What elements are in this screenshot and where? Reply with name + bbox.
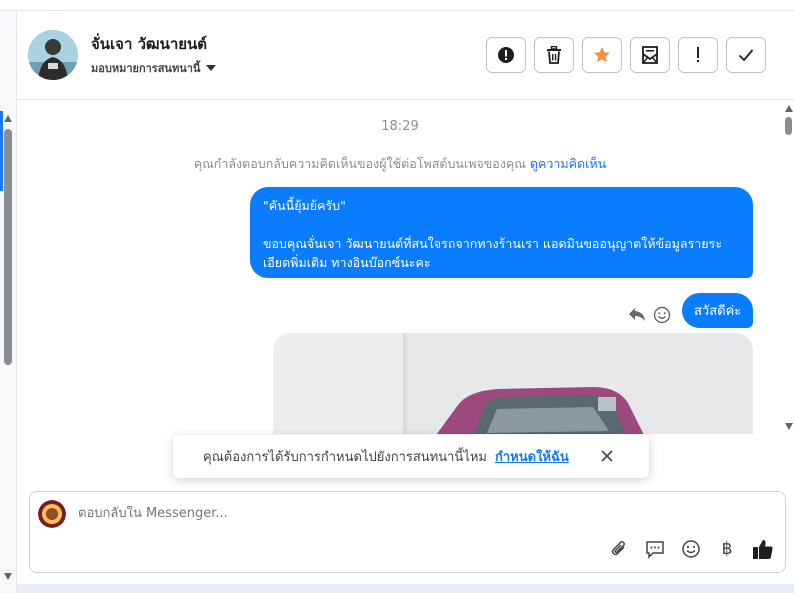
bottom-bar [17, 584, 794, 593]
saved-replies-icon[interactable] [644, 538, 666, 560]
react-smile-icon[interactable] [653, 306, 671, 328]
thumbs-up-icon[interactable] [752, 538, 774, 560]
assign-prompt-toast: คุณต้องการได้รับการกำหนดไปยังการสนทนานี้… [173, 435, 649, 478]
star-icon [594, 47, 610, 63]
message-bubble[interactable]: "คันนี้ยุ้มย้ครับ" ขอบคุณจั่นเจา วัฒนายน… [250, 187, 753, 278]
mark-spam-button[interactable] [486, 37, 526, 73]
message-quote: "คันนี้ยุ้มย้ครับ" [263, 198, 346, 213]
reply-notice-text: คุณกำลังตอบกลับความคิดเห็นของผู้ใช้ต่อโพ… [193, 156, 526, 171]
scrollbar-thumb[interactable] [4, 129, 12, 365]
scroll-up-arrow-icon[interactable] [785, 105, 793, 112]
exclamation-icon [697, 47, 699, 63]
contact-name[interactable]: จั่นเจา วัฒนายนต์ [91, 32, 207, 56]
scroll-up-arrow-icon[interactable] [4, 115, 12, 122]
mark-unread-button[interactable] [630, 37, 670, 73]
emoji-icon[interactable] [680, 538, 702, 560]
star-button[interactable] [582, 37, 622, 73]
header-actions [486, 37, 766, 73]
composer-tools: ฿ [608, 538, 774, 560]
mark-done-button[interactable] [726, 37, 766, 73]
page-avatar [38, 500, 66, 528]
reply-notice: คุณกำลังตอบกลับความคิดเห็นของผู้ใช้ต่อโพ… [17, 154, 783, 174]
assign-to-me-link[interactable]: กำหนดให้ฉัน [495, 446, 569, 467]
message-bubble-greeting[interactable]: สวัสดีค่ะ [682, 293, 754, 328]
mark-unread-icon [642, 46, 658, 64]
window-top-border [0, 0, 794, 11]
thread-scrollbar[interactable] [783, 101, 794, 434]
caret-down-icon [206, 65, 217, 71]
selected-indicator [0, 111, 3, 191]
scrollbar-thumb[interactable] [785, 117, 792, 135]
avatar-photo [28, 30, 78, 80]
message-thread[interactable]: 18:29 คุณกำลังตอบกลับความคิดเห็นของผู้ใช… [17, 101, 783, 434]
message-timestamp: 18:29 [381, 119, 419, 134]
contact-avatar[interactable] [28, 30, 78, 80]
car-photo [273, 333, 753, 434]
assign-label: มอบหมายการสนทนานี้ [91, 62, 201, 75]
conversation-list-scrollbar[interactable] [0, 11, 17, 593]
alert-circle-icon [498, 47, 514, 63]
follow-up-button[interactable] [678, 37, 718, 73]
message-text: ขอบคุณจั่นเจา วัฒนายนต์ที่สนใจรถจากทางร้… [263, 236, 723, 270]
reply-input[interactable] [78, 506, 578, 521]
delete-button[interactable] [534, 37, 574, 73]
conversation-header: จั่นเจา วัฒนายนต์ มอบหมายการสนทนานี้ [17, 12, 794, 100]
message-text: สวัสดีค่ะ [694, 304, 742, 319]
attach-icon[interactable] [608, 538, 630, 560]
close-icon[interactable] [601, 450, 613, 466]
trash-icon [547, 46, 561, 64]
reply-arrow-icon[interactable] [628, 306, 646, 326]
assign-dropdown[interactable]: มอบหมายการสนทนานี้ [91, 59, 217, 77]
assign-prompt-text: คุณต้องการได้รับการกำหนดไปยังการสนทนานี้… [203, 450, 487, 465]
check-icon [738, 49, 754, 62]
scroll-down-arrow-icon[interactable] [4, 573, 12, 580]
car-photo-attachment[interactable] [273, 333, 753, 434]
reply-composer: ฿ [29, 491, 786, 573]
scroll-down-arrow-icon[interactable] [785, 423, 793, 430]
view-comment-link[interactable]: ดูความคิดเห็น [530, 156, 606, 171]
payment-baht-icon[interactable]: ฿ [716, 538, 738, 560]
